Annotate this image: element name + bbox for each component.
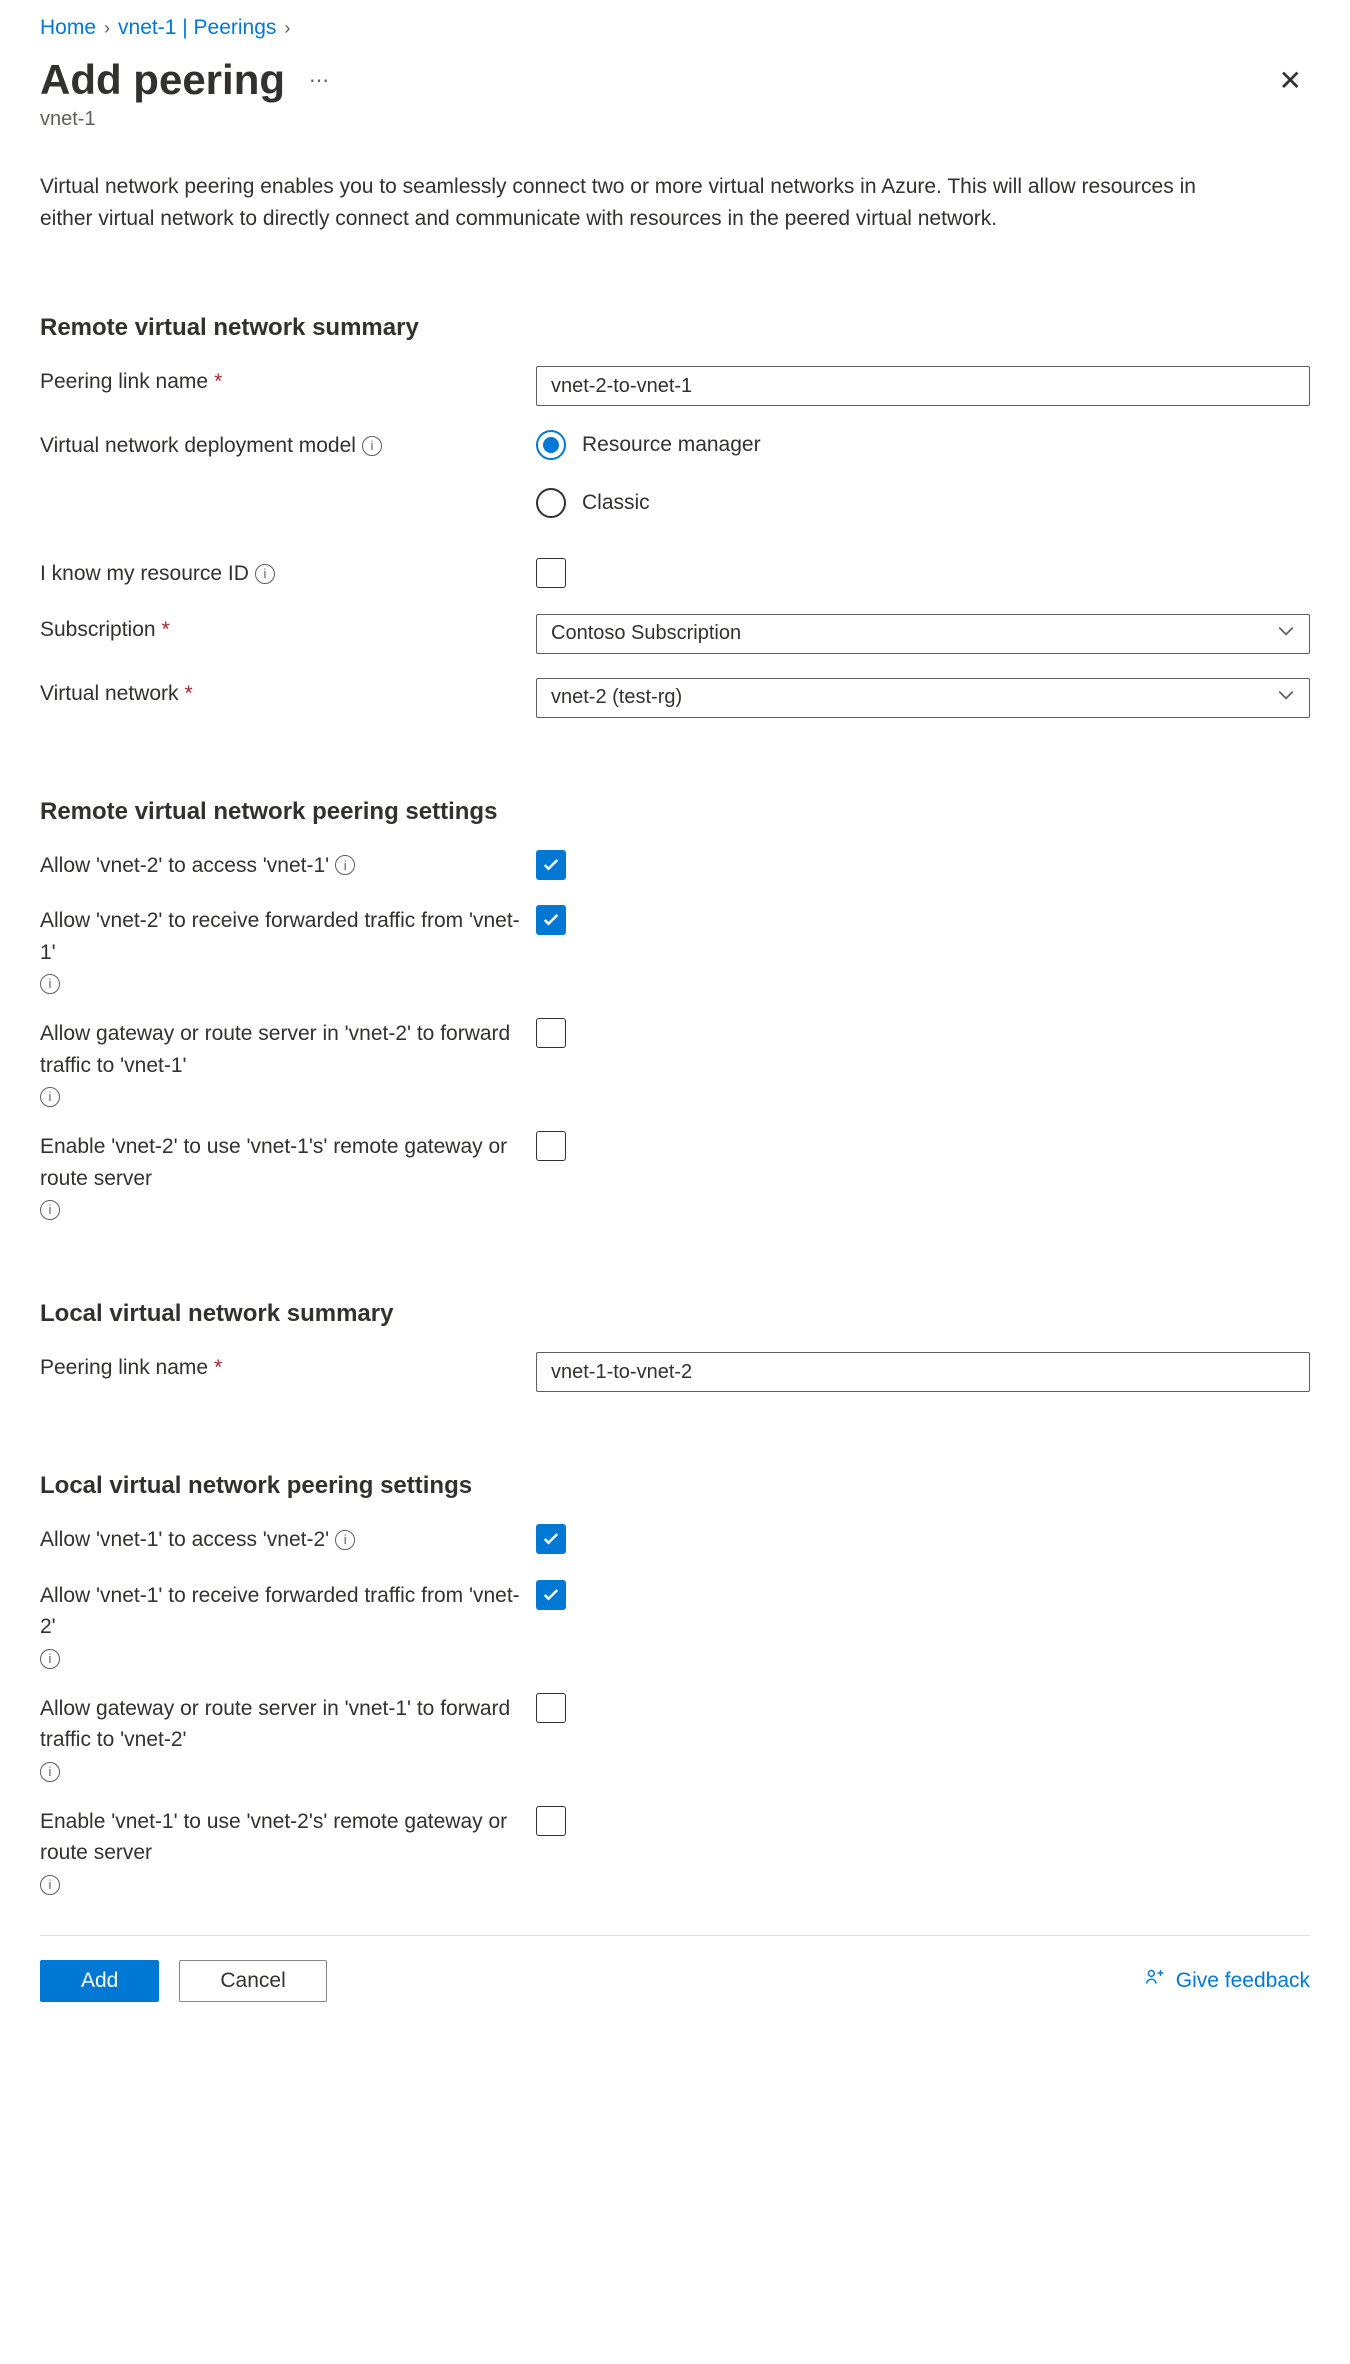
info-icon[interactable]: i: [255, 564, 275, 584]
chevron-down-icon: [1277, 686, 1295, 710]
page-title: Add peering: [40, 56, 285, 104]
footer: Add Cancel Give feedback: [40, 1935, 1310, 2026]
more-actions-icon[interactable]: ⋯: [309, 68, 331, 93]
info-icon[interactable]: i: [40, 1087, 60, 1107]
remote-allow-forwarded-label: Allow 'vnet-2' to receive forwarded traf…: [40, 905, 536, 994]
deployment-model-rm-radio[interactable]: Resource manager: [536, 430, 1310, 460]
breadcrumb-section[interactable]: vnet-1 | Peerings: [118, 16, 276, 40]
info-icon[interactable]: i: [362, 436, 382, 456]
info-icon[interactable]: i: [335, 1530, 355, 1550]
local-allow-forwarded-checkbox[interactable]: [536, 1580, 566, 1610]
add-button[interactable]: Add: [40, 1960, 159, 2002]
subscription-label: Subscription*: [40, 614, 536, 646]
remote-allow-gateway-checkbox[interactable]: [536, 1018, 566, 1048]
local-enable-gw-checkbox[interactable]: [536, 1806, 566, 1836]
local-allow-access-checkbox[interactable]: [536, 1524, 566, 1554]
remote-allow-forwarded-checkbox[interactable]: [536, 905, 566, 935]
page-subtitle: vnet-1: [40, 108, 331, 131]
remote-allow-access-label: Allow 'vnet-2' to access 'vnet-1' i: [40, 850, 536, 882]
page-description: Virtual network peering enables you to s…: [40, 171, 1240, 234]
give-feedback-link[interactable]: Give feedback: [1144, 1967, 1310, 1995]
radio-label: Resource manager: [582, 433, 761, 457]
section-remote-summary: Remote virtual network summary: [40, 314, 1310, 342]
chevron-right-icon: ›: [104, 18, 110, 39]
deployment-model-classic-radio[interactable]: Classic: [536, 488, 1310, 518]
info-icon[interactable]: i: [335, 855, 355, 875]
subscription-select[interactable]: Contoso Subscription: [536, 614, 1310, 654]
virtual-network-label: Virtual network*: [40, 678, 536, 710]
local-allow-access-label: Allow 'vnet-1' to access 'vnet-2' i: [40, 1524, 536, 1556]
know-resource-id-label: I know my resource ID i: [40, 558, 536, 590]
info-icon[interactable]: i: [40, 1875, 60, 1895]
info-icon[interactable]: i: [40, 974, 60, 994]
virtual-network-select[interactable]: vnet-2 (test-rg): [536, 678, 1310, 718]
info-icon[interactable]: i: [40, 1762, 60, 1782]
breadcrumb-home[interactable]: Home: [40, 16, 96, 40]
info-icon[interactable]: i: [40, 1649, 60, 1669]
remote-allow-access-checkbox[interactable]: [536, 850, 566, 880]
know-resource-id-checkbox[interactable]: [536, 558, 566, 588]
local-allow-gateway-checkbox[interactable]: [536, 1693, 566, 1723]
close-icon[interactable]: ✕: [1271, 56, 1310, 105]
remote-peering-link-name-input[interactable]: [536, 366, 1310, 406]
feedback-label: Give feedback: [1176, 1969, 1310, 1993]
local-peering-link-name-input[interactable]: [536, 1352, 1310, 1392]
remote-enable-gw-checkbox[interactable]: [536, 1131, 566, 1161]
section-remote-settings: Remote virtual network peering settings: [40, 798, 1310, 826]
chevron-down-icon: [1277, 622, 1295, 646]
chevron-right-icon: ›: [284, 18, 290, 39]
breadcrumb: Home › vnet-1 | Peerings ›: [40, 0, 1310, 40]
local-peering-link-name-label: Peering link name*: [40, 1352, 536, 1384]
section-local-summary: Local virtual network summary: [40, 1300, 1310, 1328]
radio-label: Classic: [582, 491, 650, 515]
remote-enable-gw-label: Enable 'vnet-2' to use 'vnet-1's' remote…: [40, 1131, 536, 1220]
local-enable-gw-label: Enable 'vnet-1' to use 'vnet-2's' remote…: [40, 1806, 536, 1895]
page-header: Add peering ⋯ vnet-1 ✕: [40, 56, 1310, 131]
peering-link-name-label: Peering link name*: [40, 366, 536, 398]
local-allow-gateway-label: Allow gateway or route server in 'vnet-1…: [40, 1693, 536, 1782]
remote-allow-gateway-label: Allow gateway or route server in 'vnet-2…: [40, 1018, 536, 1107]
local-allow-forwarded-label: Allow 'vnet-1' to receive forwarded traf…: [40, 1580, 536, 1669]
deployment-model-label: Virtual network deployment model i: [40, 430, 536, 462]
cancel-button[interactable]: Cancel: [179, 1960, 326, 2002]
info-icon[interactable]: i: [40, 1200, 60, 1220]
feedback-icon: [1144, 1967, 1166, 1995]
section-local-settings: Local virtual network peering settings: [40, 1472, 1310, 1500]
